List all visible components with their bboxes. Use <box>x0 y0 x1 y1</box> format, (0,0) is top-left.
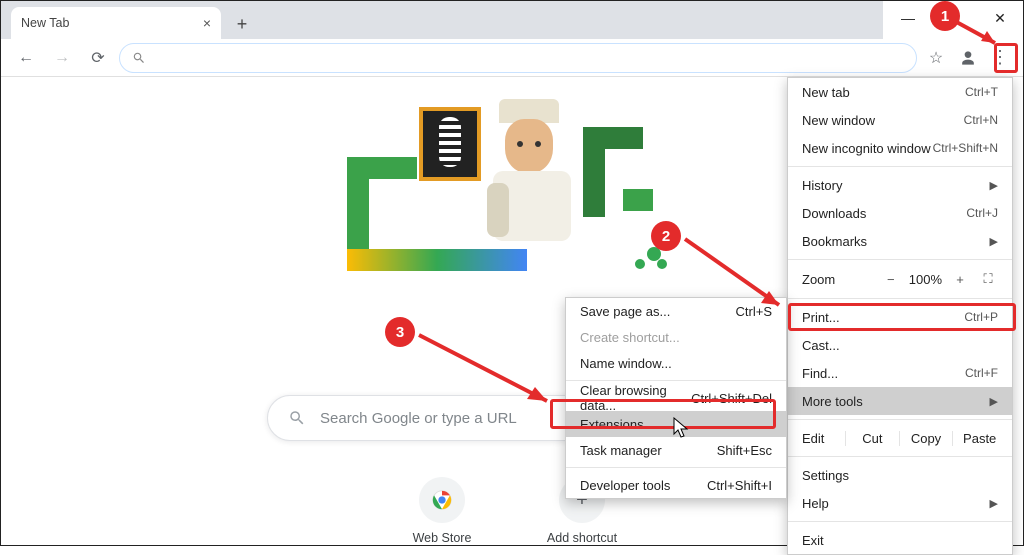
search-placeholder: Search Google or type a URL <box>320 410 517 427</box>
shortcut-label: Add shortcut <box>547 531 617 545</box>
menu-find[interactable]: Find...Ctrl+F <box>788 359 1012 387</box>
menu-new-window[interactable]: New windowCtrl+N <box>788 106 1012 134</box>
menu-bookmarks[interactable]: Bookmarks▶ <box>788 227 1012 255</box>
shortcut-web-store[interactable]: Web Store <box>392 477 492 545</box>
search-icon <box>132 51 146 65</box>
profile-icon[interactable] <box>955 45 981 71</box>
menu-new-incognito[interactable]: New incognito windowCtrl+Shift+N <box>788 134 1012 162</box>
annotation-step-3: 3 <box>385 317 415 347</box>
omnibox[interactable] <box>119 43 917 73</box>
menu-help[interactable]: Help▶ <box>788 489 1012 517</box>
zoom-in-button[interactable]: + <box>950 272 970 287</box>
menu-separator <box>788 166 1012 167</box>
annotation-step-1: 1 <box>930 1 960 31</box>
menu-print[interactable]: Print...Ctrl+P <box>788 303 1012 331</box>
back-button[interactable]: ← <box>11 43 41 73</box>
more-tools-submenu: Save page as...Ctrl+S Create shortcut...… <box>565 297 787 499</box>
menu-cast[interactable]: Cast... <box>788 331 1012 359</box>
menu-new-tab[interactable]: New tabCtrl+T <box>788 78 1012 106</box>
tab-newtab[interactable]: New Tab × <box>11 7 221 39</box>
zoom-out-button[interactable]: − <box>881 272 901 287</box>
edit-paste[interactable]: Paste <box>953 431 1006 446</box>
menu-separator <box>788 298 1012 299</box>
zoom-label: Zoom <box>802 272 873 287</box>
menu-separator <box>566 467 786 468</box>
edit-cut[interactable]: Cut <box>846 431 900 446</box>
new-tab-button[interactable]: + <box>231 13 253 35</box>
chevron-right-icon: ▶ <box>990 235 998 248</box>
fullscreen-icon[interactable]: ⛶ <box>978 271 998 287</box>
menu-edit-row: Edit Cut Copy Paste <box>788 424 1012 452</box>
edit-copy[interactable]: Copy <box>900 431 954 446</box>
submenu-developer-tools[interactable]: Developer toolsCtrl+Shift+I <box>566 472 786 498</box>
bookmark-star-icon[interactable]: ☆ <box>923 45 949 71</box>
menu-zoom: Zoom − 100% + ⛶ <box>788 264 1012 294</box>
menu-separator <box>566 380 786 381</box>
menu-separator <box>788 259 1012 260</box>
menu-separator <box>788 521 1012 522</box>
google-doodle[interactable] <box>347 97 677 277</box>
reload-button[interactable]: ⟳ <box>83 43 113 73</box>
chevron-right-icon: ▶ <box>990 179 998 192</box>
menu-settings[interactable]: Settings <box>788 461 1012 489</box>
chevron-right-icon: ▶ <box>990 395 998 408</box>
chrome-menu-button[interactable]: ⋮ <box>987 45 1013 71</box>
menu-separator <box>788 456 1012 457</box>
close-button[interactable]: ✕ <box>977 1 1023 35</box>
tab-title: New Tab <box>21 16 69 30</box>
menu-separator <box>788 419 1012 420</box>
minimize-button[interactable]: ― <box>885 1 931 35</box>
menu-downloads[interactable]: DownloadsCtrl+J <box>788 199 1012 227</box>
shortcut-label: Web Store <box>413 531 472 545</box>
submenu-save-page[interactable]: Save page as...Ctrl+S <box>566 298 786 324</box>
submenu-create-shortcut: Create shortcut... <box>566 324 786 350</box>
submenu-task-manager[interactable]: Task managerShift+Esc <box>566 437 786 463</box>
chevron-right-icon: ▶ <box>990 497 998 510</box>
menu-history[interactable]: History▶ <box>788 171 1012 199</box>
toolbar: ← → ⟳ ☆ ⋮ <box>1 39 1023 77</box>
close-icon[interactable]: × <box>203 15 211 31</box>
annotation-step-2: 2 <box>651 221 681 251</box>
menu-exit[interactable]: Exit <box>788 526 1012 554</box>
menu-more-tools[interactable]: More tools▶ <box>788 387 1012 415</box>
tab-strip: New Tab × + <box>1 1 883 39</box>
zoom-value: 100% <box>909 272 942 287</box>
chrome-menu: New tabCtrl+T New windowCtrl+N New incog… <box>787 77 1013 555</box>
cursor-icon <box>673 417 691 439</box>
submenu-name-window[interactable]: Name window... <box>566 350 786 376</box>
search-icon <box>288 409 306 427</box>
chrome-icon <box>419 477 465 523</box>
forward-button[interactable]: → <box>47 43 77 73</box>
submenu-clear-browsing[interactable]: Clear browsing data...Ctrl+Shift+Del <box>566 385 786 411</box>
edit-label: Edit <box>794 431 846 446</box>
